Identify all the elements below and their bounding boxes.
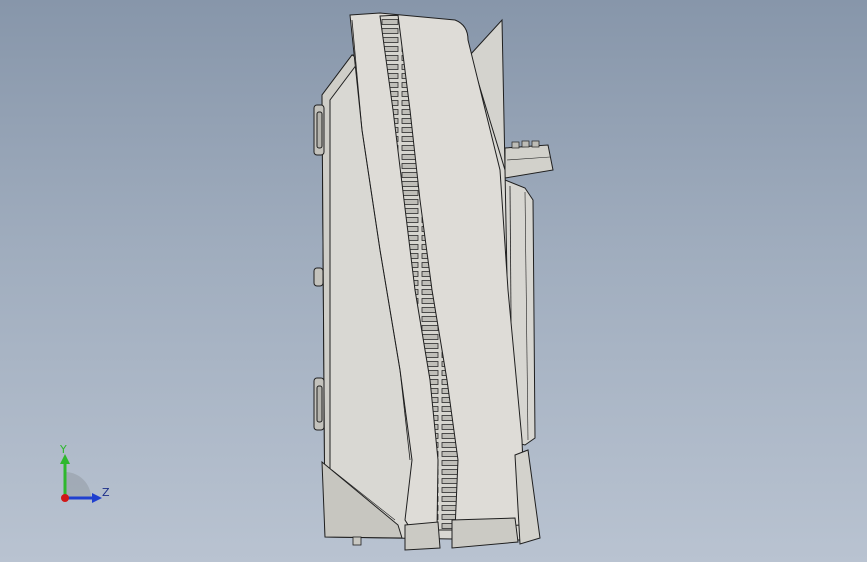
enclosure-model[interactable] bbox=[0, 0, 867, 562]
z-axis-arrow-icon bbox=[92, 493, 102, 503]
y-axis-label: Y bbox=[60, 443, 67, 456]
foot-stub bbox=[352, 536, 362, 546]
z-axis-label: Z bbox=[102, 486, 110, 499]
axis-triad: Y Z bbox=[50, 440, 120, 515]
view-quadrant bbox=[65, 472, 91, 498]
x-axis-origin-icon bbox=[61, 494, 69, 502]
connector-pins bbox=[511, 140, 540, 149]
side-knobs bbox=[313, 104, 325, 431]
cad-viewport[interactable]: Y Z bbox=[0, 0, 867, 562]
connector-block bbox=[504, 144, 554, 179]
